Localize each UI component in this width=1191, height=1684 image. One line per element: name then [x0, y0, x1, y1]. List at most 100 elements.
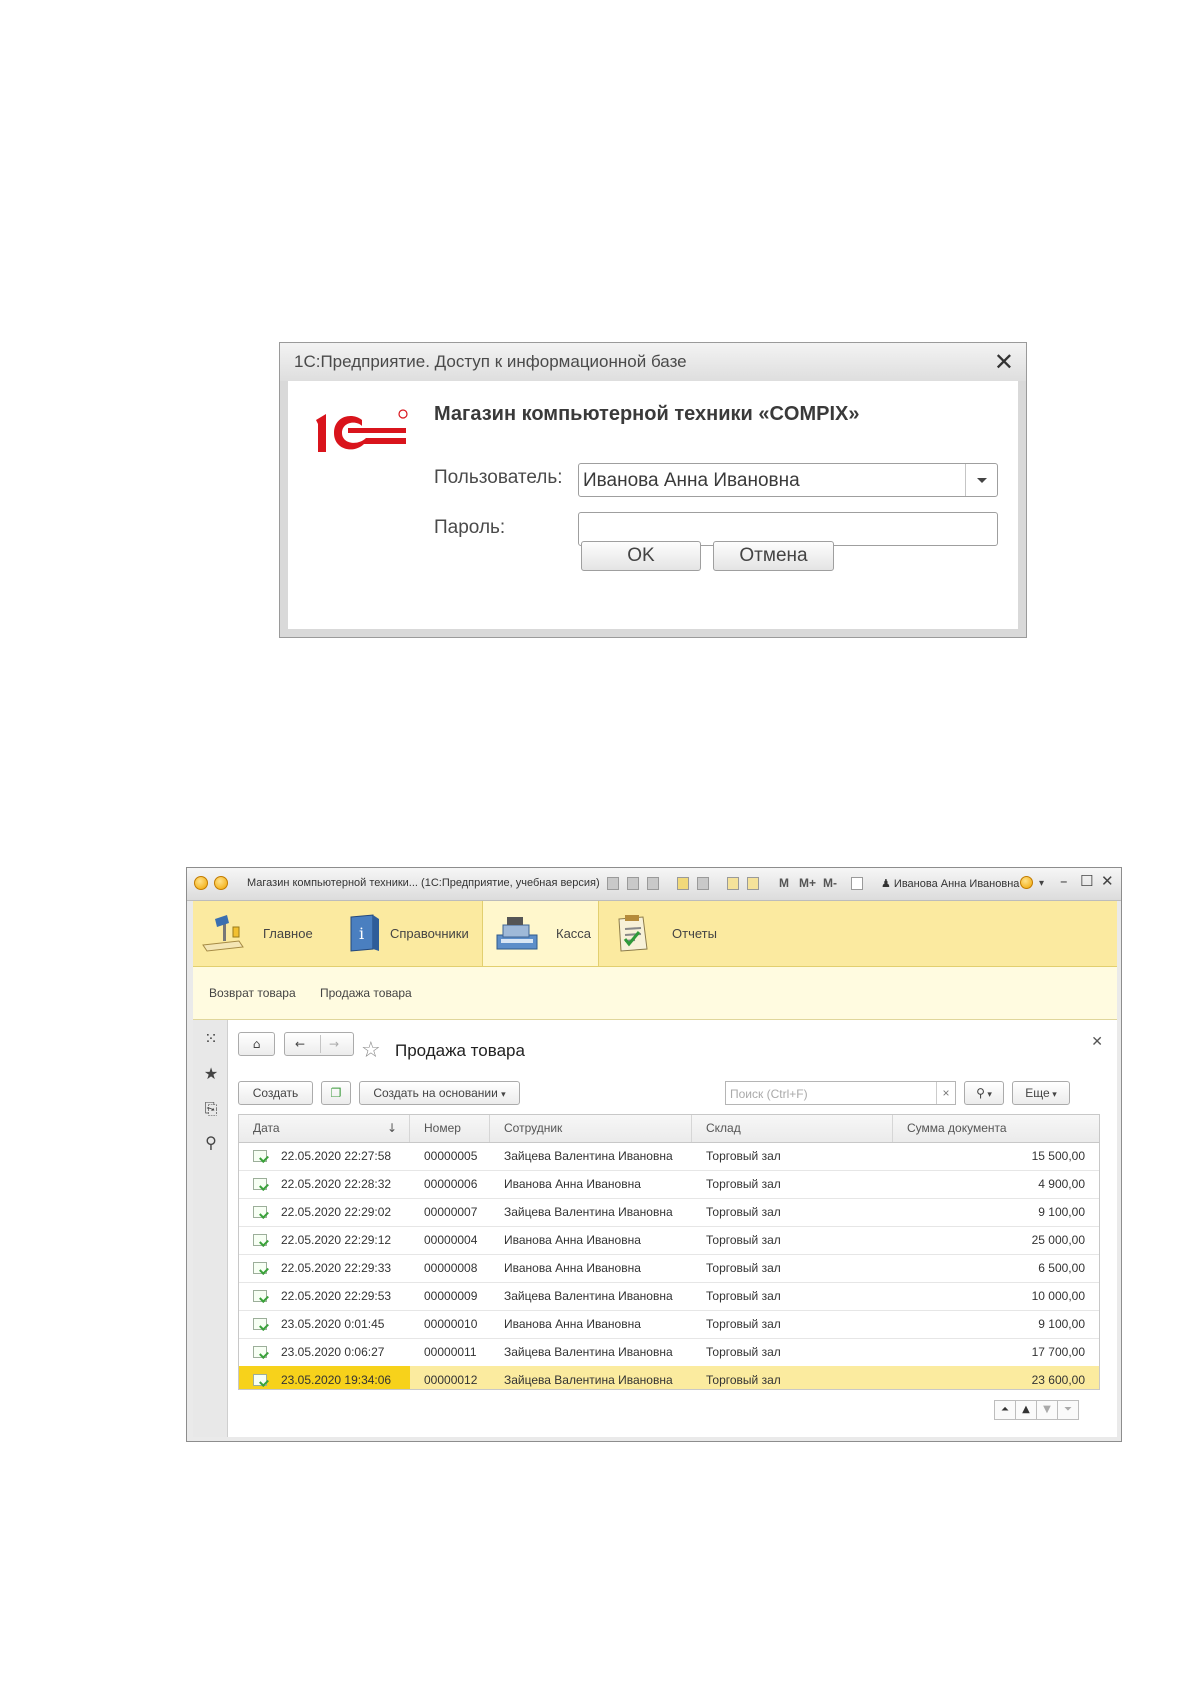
cell-employee: Иванова Анна Ивановна: [504, 1317, 641, 1331]
table-row[interactable]: 22.05.2020 22:29:02 00000007 Зайцева Вален…: [239, 1198, 1099, 1227]
current-user[interactable]: ♟ Иванова Анна Ивановна: [881, 877, 1019, 890]
window-title: Магазин компьютерной техники... (1С:Пред…: [247, 877, 600, 889]
menu-grid-icon[interactable]: ⁙: [202, 1030, 220, 1048]
cell-warehouse: Торговый зал: [706, 1261, 781, 1275]
save-icon[interactable]: [607, 877, 619, 890]
history-icon[interactable]: ⎘: [202, 1100, 220, 1118]
info-icon[interactable]: [1020, 876, 1033, 889]
close-icon[interactable]: ✕: [994, 348, 1014, 376]
cell-warehouse: Торговый зал: [706, 1149, 781, 1163]
nav-link-return[interactable]: Возврат товара: [209, 986, 296, 1000]
column-header-number[interactable]: Номер: [410, 1115, 490, 1142]
close-icon[interactable]: ✕: [1091, 1034, 1103, 1050]
cell-warehouse: Торговый зал: [706, 1373, 781, 1387]
column-header-employee[interactable]: Сотрудник: [490, 1115, 692, 1142]
posted-document-icon: [253, 1318, 267, 1330]
cell-number: 00000008: [424, 1261, 478, 1275]
table-row[interactable]: 22.05.2020 22:27:58 00000005 Зайцева Вален…: [239, 1142, 1099, 1171]
search-icon[interactable]: ⚲: [202, 1134, 220, 1152]
create-based-on-label: Создать на основании: [373, 1086, 498, 1100]
user-select[interactable]: Иванова Анна Ивановна: [578, 463, 998, 497]
cancel-button[interactable]: Отмена: [713, 541, 834, 571]
memory-plus-button[interactable]: M+: [799, 876, 816, 890]
scroll-down-button[interactable]: ▼: [1036, 1400, 1058, 1420]
cell-date: 22.05.2020 22:29:33: [239, 1254, 410, 1282]
maximize-icon[interactable]: ☐: [1080, 872, 1093, 890]
documents-table[interactable]: Дата ↓ Номер Сотрудник Склад Сумма докум…: [238, 1114, 1100, 1390]
column-header-date[interactable]: Дата ↓: [239, 1115, 410, 1142]
cell-sum: 4 900,00: [1038, 1177, 1085, 1191]
cell-warehouse: Торговый зал: [706, 1289, 781, 1303]
tools-bar: ⁙ ★ ⎘ ⚲: [193, 1020, 228, 1437]
nav-link-sale[interactable]: Продажа товара: [320, 986, 412, 1000]
cell-sum: 23 600,00: [1031, 1373, 1085, 1387]
chevron-down-icon: ▾: [984, 1089, 992, 1099]
print-icon[interactable]: [627, 877, 639, 890]
chevron-down-icon: ▾: [501, 1089, 506, 1099]
cell-date: 22.05.2020 22:29:12: [239, 1226, 410, 1254]
table-row[interactable]: 22.05.2020 22:28:32 00000006 Иванова Анна …: [239, 1170, 1099, 1199]
scroll-first-button[interactable]: ⏶: [994, 1400, 1016, 1420]
cell-sum: 10 000,00: [1031, 1289, 1085, 1303]
table-row[interactable]: 22.05.2020 22:29:12 00000004 Иванова Анна …: [239, 1226, 1099, 1255]
cell-number: 00000010: [424, 1317, 478, 1331]
section-directories[interactable]: i Справочники: [343, 901, 482, 966]
cell-date-text: 22.05.2020 22:28:32: [281, 1177, 392, 1191]
main-menu-icon[interactable]: [214, 876, 228, 890]
table-row[interactable]: 22.05.2020 22:29:53 00000009 Зайцева Вален…: [239, 1282, 1099, 1311]
cell-number: 00000007: [424, 1205, 478, 1219]
back-arrow-icon[interactable]: ←: [295, 1033, 305, 1055]
star-icon[interactable]: ★: [202, 1065, 220, 1083]
memory-minus-button[interactable]: M-: [823, 876, 837, 890]
cell-date-text: 22.05.2020 22:29:02: [281, 1205, 392, 1219]
app-logo-icon[interactable]: [194, 876, 208, 890]
section-main[interactable]: Главное: [193, 901, 343, 966]
cell-number: 00000012: [424, 1373, 478, 1387]
sections-panel: Главное i Справочники Касса Отчеты: [193, 901, 1117, 967]
clear-search-icon[interactable]: ×: [936, 1082, 955, 1104]
section-cash[interactable]: Касса: [482, 901, 599, 966]
create-button[interactable]: Создать: [238, 1081, 313, 1105]
home-button[interactable]: ⌂: [238, 1032, 275, 1056]
cell-date: 23.05.2020 19:34:06: [239, 1366, 410, 1389]
svg-text:i: i: [359, 924, 364, 943]
calendar-icon[interactable]: [747, 877, 759, 890]
more-button[interactable]: Еще ▾: [1012, 1081, 1070, 1105]
column-header-sum[interactable]: Сумма документа: [893, 1115, 1099, 1142]
table-row[interactable]: 23.05.2020 0:01:45 00000010 Иванова Анна И…: [239, 1310, 1099, 1339]
copy-button[interactable]: ❐: [321, 1081, 351, 1105]
panel-layout-icon[interactable]: [851, 877, 863, 890]
search-input[interactable]: Поиск (Ctrl+F) ×: [725, 1081, 956, 1105]
minimize-icon[interactable]: –: [1060, 872, 1068, 890]
cell-date: 22.05.2020 22:27:58: [239, 1142, 410, 1170]
table-row[interactable]: 23.05.2020 0:06:27 00000011 Зайцева Валент…: [239, 1338, 1099, 1367]
table-row[interactable]: 23.05.2020 19:34:06 00000012 Зайцева Вален…: [239, 1366, 1099, 1389]
favorite-star-icon[interactable]: ☆: [361, 1038, 381, 1063]
table-row[interactable]: 22.05.2020 22:29:33 00000008 Иванова Анна …: [239, 1254, 1099, 1283]
chevron-down-icon: ▾: [1049, 1089, 1057, 1099]
close-icon[interactable]: ✕: [1101, 872, 1114, 890]
forward-arrow-icon[interactable]: →: [329, 1033, 339, 1055]
history-icon[interactable]: [697, 877, 709, 890]
posted-document-icon: [253, 1234, 267, 1246]
scroll-last-button[interactable]: ⏷: [1057, 1400, 1079, 1420]
cell-date: 23.05.2020 0:06:27: [239, 1338, 410, 1366]
search-icon: ⚲: [976, 1086, 985, 1100]
column-header-warehouse[interactable]: Склад: [692, 1115, 893, 1142]
cell-date: 22.05.2020 22:29:02: [239, 1198, 410, 1226]
preview-icon[interactable]: [647, 877, 659, 890]
history-nav: ← →: [284, 1032, 354, 1056]
ok-button[interactable]: OK: [581, 541, 701, 571]
cell-number: 00000004: [424, 1233, 478, 1247]
cell-date-text: 22.05.2020 22:29:53: [281, 1289, 392, 1303]
calculator-icon[interactable]: [727, 877, 739, 890]
section-reports[interactable]: Отчеты: [597, 901, 737, 966]
posted-document-icon: [253, 1346, 267, 1358]
chevron-down-icon[interactable]: [965, 464, 997, 496]
create-based-on-button[interactable]: Создать на основании ▾: [359, 1081, 520, 1105]
chevron-down-icon[interactable]: ▾: [1039, 878, 1044, 889]
search-button[interactable]: ⚲ ▾: [964, 1081, 1004, 1105]
memory-m-button[interactable]: M: [779, 876, 789, 890]
favorites-icon[interactable]: [677, 877, 689, 890]
scroll-up-button[interactable]: ▲: [1015, 1400, 1037, 1420]
